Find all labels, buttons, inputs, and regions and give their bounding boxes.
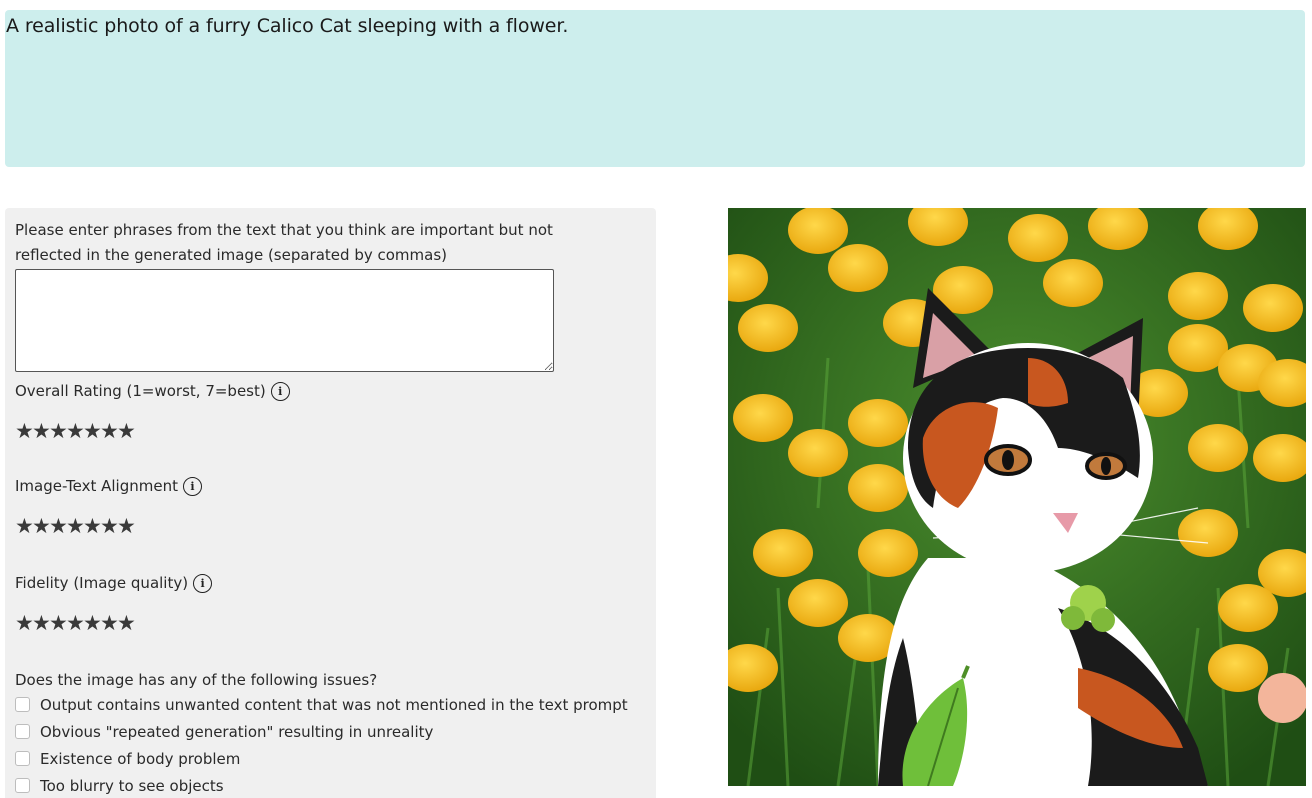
rating-star[interactable]: ★ <box>117 612 136 634</box>
overall-rating-label: Overall Rating (1=worst, 7=best) i <box>15 380 646 402</box>
flower-blossom <box>1208 644 1268 692</box>
flower-blossom <box>788 579 848 627</box>
flower-blossom <box>753 529 813 577</box>
flower-blossom <box>848 399 908 447</box>
info-icon[interactable]: i <box>182 476 202 496</box>
flower-blossom <box>1043 259 1103 307</box>
prompt-box: A realistic photo of a furry Calico Cat … <box>5 10 1305 167</box>
calico-cat-image <box>728 208 1306 786</box>
fidelity-rating-label: Fidelity (Image quality) i <box>15 572 646 594</box>
rating-star[interactable]: ★ <box>15 420 34 442</box>
prompt-text: A realistic photo of a furry Calico Cat … <box>6 15 569 37</box>
fidelity-rating-text: Fidelity (Image quality) <box>15 574 189 592</box>
flower-blossom <box>1188 424 1248 472</box>
issue-label: Obvious "repeated generation" resulting … <box>40 722 434 741</box>
flower-blossom <box>1243 284 1303 332</box>
flower-blossom <box>1008 214 1068 262</box>
pink-flower <box>1258 673 1306 723</box>
alignment-rating-stars: ★ ★ ★ ★ ★ ★ ★ <box>15 515 646 537</box>
rating-star[interactable]: ★ <box>66 420 85 442</box>
overall-rating-stars: ★ ★ ★ ★ ★ ★ ★ <box>15 420 646 442</box>
flower-blossom <box>1168 272 1228 320</box>
rating-star[interactable]: ★ <box>32 612 51 634</box>
issue-label: Output contains unwanted content that wa… <box>40 695 628 714</box>
issue-checkbox[interactable] <box>15 724 30 739</box>
alignment-rating-label: Image-Text Alignment i <box>15 475 646 497</box>
rating-star[interactable]: ★ <box>49 420 68 442</box>
info-icon[interactable]: i <box>270 381 290 401</box>
issues-list: Output contains unwanted content that wa… <box>15 691 646 798</box>
rating-star[interactable]: ★ <box>15 515 34 537</box>
rating-star[interactable]: ★ <box>83 612 102 634</box>
flower-blossom <box>788 429 848 477</box>
issues-question: Does the image has any of the following … <box>15 671 378 689</box>
rating-star[interactable]: ★ <box>32 515 51 537</box>
issue-label: Too blurry to see objects <box>40 776 224 795</box>
flower-blossom <box>733 394 793 442</box>
info-icon[interactable]: i <box>193 573 213 593</box>
alignment-rating-text: Image-Text Alignment <box>15 477 178 495</box>
flower-blossom <box>858 529 918 577</box>
phrases-instruction: Please enter phrases from the text that … <box>15 221 553 264</box>
issue-option[interactable]: Output contains unwanted content that wa… <box>15 691 646 718</box>
rating-star[interactable]: ★ <box>66 612 85 634</box>
rating-star[interactable]: ★ <box>117 515 136 537</box>
phrases-input[interactable] <box>15 269 554 372</box>
rating-star[interactable]: ★ <box>100 612 119 634</box>
flower-blossom <box>788 208 848 254</box>
fidelity-rating-stars: ★ ★ ★ ★ ★ ★ ★ <box>15 612 646 634</box>
issue-option[interactable]: Obvious "repeated generation" resulting … <box>15 718 646 745</box>
issue-checkbox[interactable] <box>15 778 30 793</box>
overall-rating-section: Overall Rating (1=worst, 7=best) i ★ ★ ★ ★ ★… <box>15 380 646 442</box>
alignment-rating-section: Image-Text Alignment i ★ ★ ★ ★ ★ ★ ★ <box>15 475 646 537</box>
rating-star[interactable]: ★ <box>15 612 34 634</box>
fidelity-rating-section: Fidelity (Image quality) i ★ ★ ★ ★ ★ ★ ★ <box>15 572 646 634</box>
issue-checkbox[interactable] <box>15 751 30 766</box>
flower-blossom <box>738 304 798 352</box>
rating-form: Please enter phrases from the text that … <box>5 208 656 798</box>
rating-star[interactable]: ★ <box>32 420 51 442</box>
issue-label: Existence of body problem <box>40 749 241 768</box>
issue-option[interactable]: Too blurry to see objects <box>15 772 646 798</box>
rating-star[interactable]: ★ <box>100 420 119 442</box>
rating-star[interactable]: ★ <box>117 420 136 442</box>
generated-image <box>728 208 1306 786</box>
issue-checkbox[interactable] <box>15 697 30 712</box>
rating-star[interactable]: ★ <box>83 515 102 537</box>
issue-option[interactable]: Existence of body problem <box>15 745 646 772</box>
rating-star[interactable]: ★ <box>66 515 85 537</box>
flower-blossom <box>1218 584 1278 632</box>
flower-blossom <box>1178 509 1238 557</box>
flower-blossom <box>848 464 908 512</box>
rating-star[interactable]: ★ <box>49 612 68 634</box>
rating-star[interactable]: ★ <box>83 420 102 442</box>
rating-star[interactable]: ★ <box>100 515 119 537</box>
issues-section: Does the image has any of the following … <box>15 669 646 798</box>
overall-rating-text: Overall Rating (1=worst, 7=best) <box>15 382 266 400</box>
flower-blossom <box>828 244 888 292</box>
rating-star[interactable]: ★ <box>49 515 68 537</box>
